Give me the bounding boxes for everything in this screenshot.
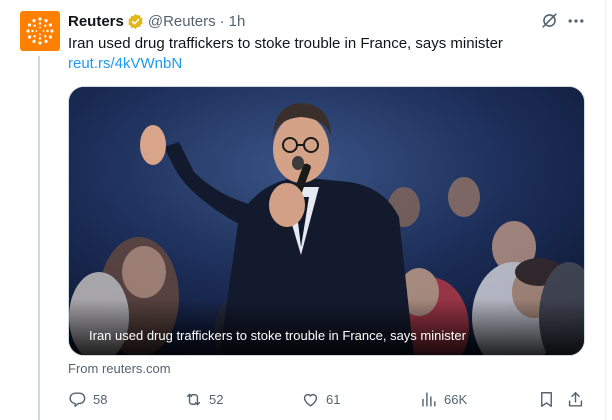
bookmark-button[interactable] <box>537 388 562 410</box>
timestamp[interactable]: 1h <box>229 13 246 30</box>
repost-button[interactable]: 52 <box>184 388 223 410</box>
tweet-header: Reuters @Reuters · 1h <box>68 11 245 31</box>
link-source[interactable]: From reuters.com <box>68 361 171 377</box>
avatar[interactable] <box>20 11 60 51</box>
reply-icon <box>69 391 86 407</box>
views-count: 66K <box>444 391 468 407</box>
repost-icon <box>186 393 201 405</box>
tweet-link[interactable]: reut.rs/4kVWnbN <box>68 54 182 74</box>
thread-connector-line <box>38 56 40 420</box>
reuters-logo <box>26 17 54 45</box>
more-icon[interactable] <box>566 11 586 31</box>
media-caption-text: Iran used drug traffickers to stoke trou… <box>89 328 466 343</box>
views-button[interactable]: 66K <box>419 388 467 410</box>
media-caption-overlay: Iran used drug traffickers to stoke trou… <box>69 299 584 355</box>
like-button[interactable]: 61 <box>301 388 340 410</box>
views-bar-icon <box>422 391 436 407</box>
share-button[interactable] <box>566 388 591 410</box>
like-count: 61 <box>326 391 341 407</box>
timeline-border <box>605 0 606 420</box>
reply-button[interactable]: 58 <box>68 388 107 410</box>
author-handle[interactable]: @Reuters <box>148 13 216 30</box>
bookmark-icon <box>541 391 552 407</box>
action-bar: 58 52 61 66K <box>68 388 588 410</box>
tweet-text: Iran used drug traffickers to stoke trou… <box>68 35 503 52</box>
grok-icon[interactable] <box>540 11 559 30</box>
share-icon <box>568 391 583 407</box>
header-separator: · <box>219 12 225 30</box>
heart-icon <box>303 393 318 407</box>
author-name[interactable]: Reuters <box>68 13 124 30</box>
repost-count: 52 <box>209 391 224 407</box>
reply-count: 58 <box>93 391 108 407</box>
verified-badge-icon[interactable] <box>127 13 144 30</box>
media-card[interactable]: Iran used drug traffickers to stoke trou… <box>68 86 585 356</box>
